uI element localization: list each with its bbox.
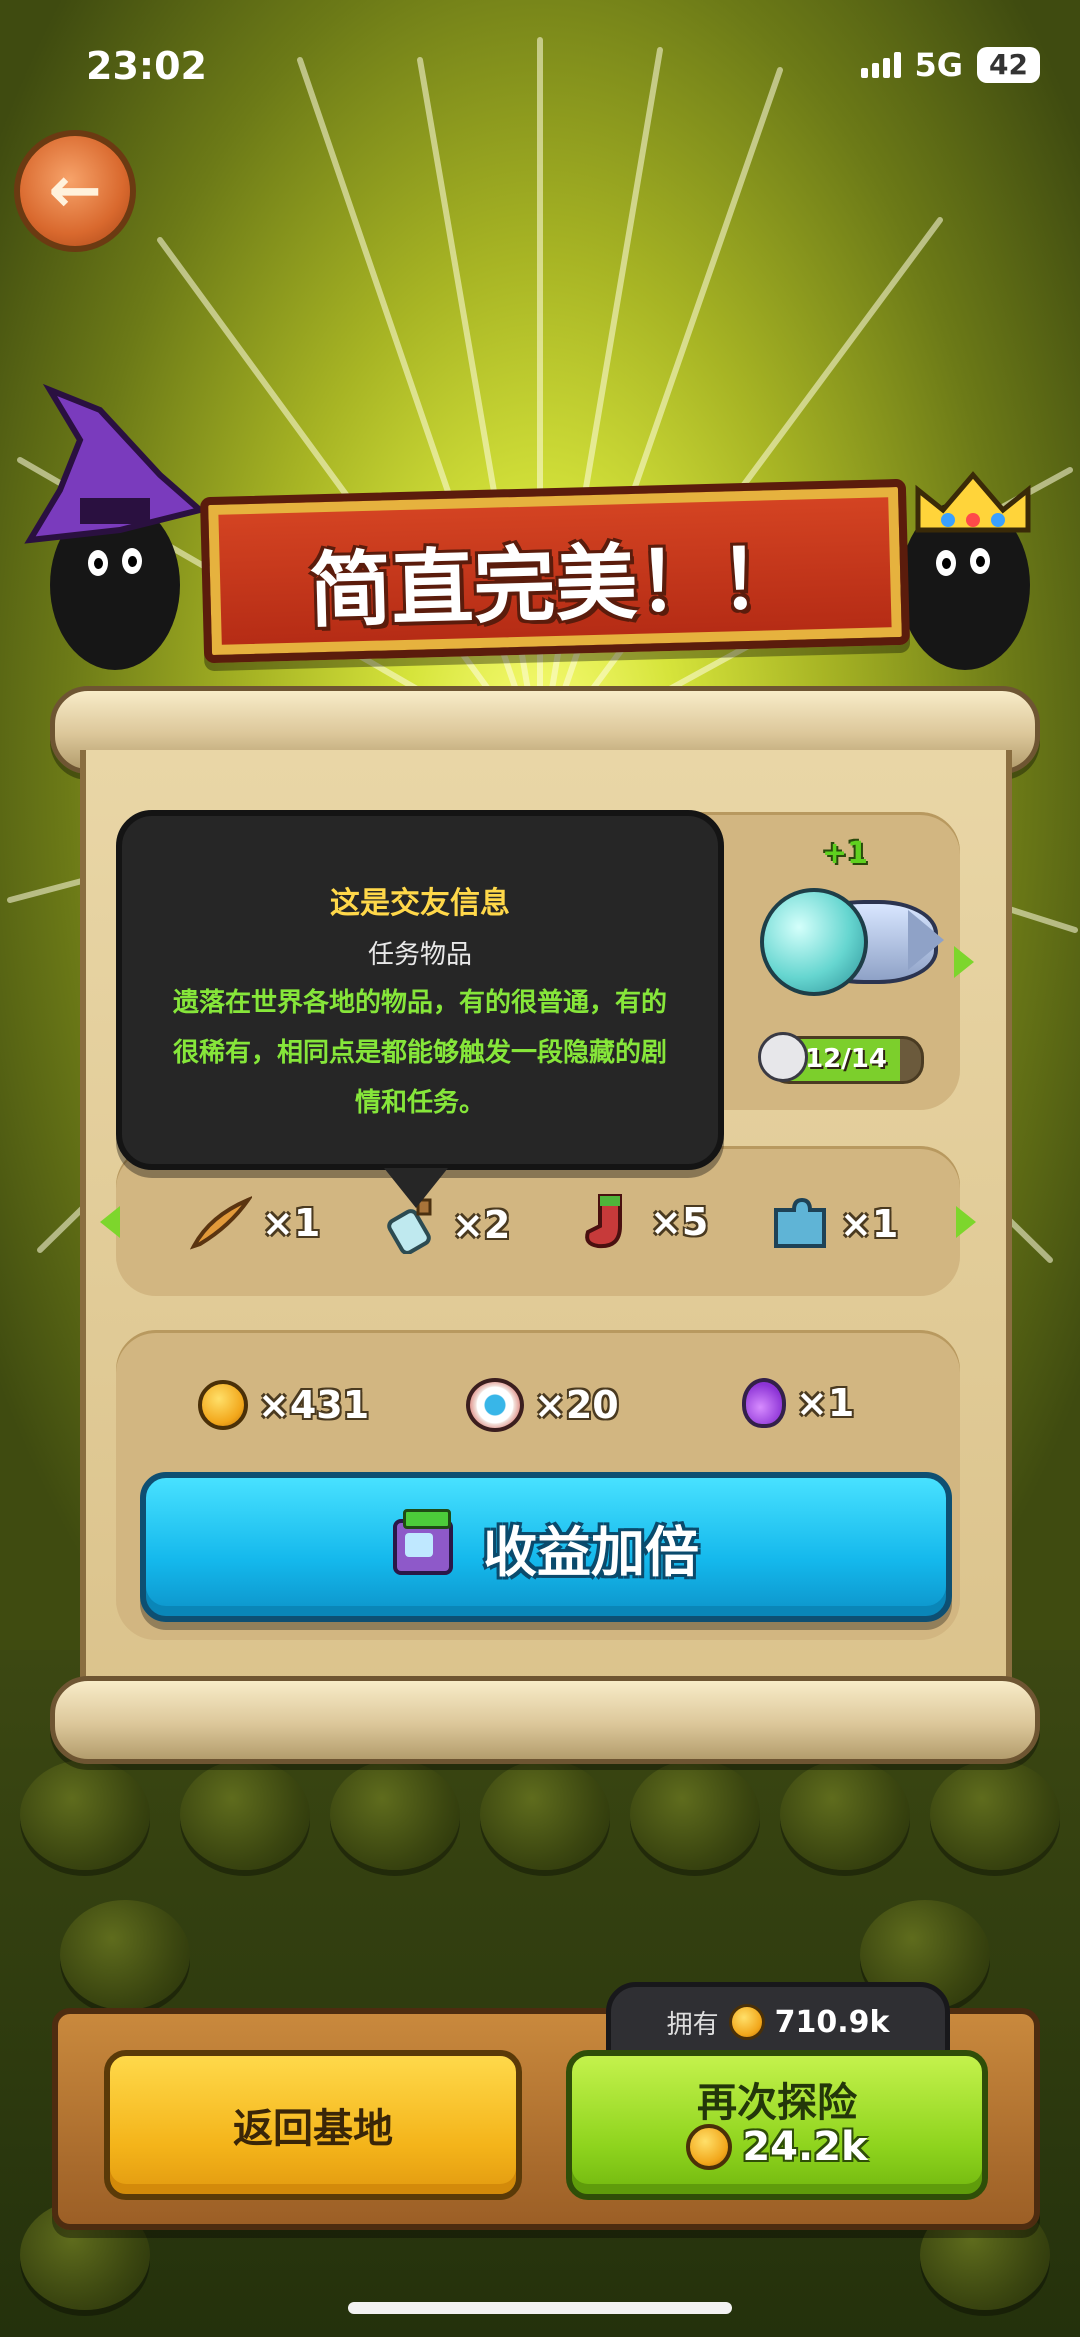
back-button[interactable]: ← xyxy=(14,130,136,252)
potion-icon xyxy=(742,1378,786,1428)
sock-icon xyxy=(585,1194,622,1249)
explore-again-cost-value: 24.2k xyxy=(742,2124,868,2170)
bush xyxy=(60,1900,190,2010)
loot-coins: ×431 xyxy=(198,1380,369,1430)
item-count: ×1 xyxy=(840,1202,899,1246)
item-prev-arrow-icon[interactable] xyxy=(100,1206,120,1238)
loot-eyeballs: ×20 xyxy=(466,1378,619,1432)
network-type: 5G xyxy=(914,46,964,84)
tooltip-subtitle: 任务物品 xyxy=(367,940,472,970)
item-sock[interactable]: ×5 xyxy=(580,1192,708,1252)
status-time: 23:02 xyxy=(86,44,207,88)
explore-again-button[interactable]: 再次探险 24.2k xyxy=(566,2050,988,2200)
tooltip-title: 这是交友信息 xyxy=(330,886,510,921)
eyeball-icon xyxy=(466,1378,524,1432)
pet-bonus: +1 xyxy=(822,836,869,871)
return-base-button[interactable]: 返回基地 xyxy=(104,2050,522,2200)
item-count: ×5 xyxy=(650,1200,709,1244)
double-reward-button[interactable]: 收益加倍 xyxy=(140,1472,952,1622)
item-count: ×2 xyxy=(452,1203,511,1247)
scroll-bottom-rod xyxy=(50,1676,1040,1764)
fish-tail xyxy=(908,910,944,970)
bush xyxy=(930,1760,1060,1870)
bush xyxy=(180,1760,310,1870)
loot-count: ×431 xyxy=(258,1383,370,1427)
bush xyxy=(20,1760,150,1870)
crown-icon xyxy=(915,471,1031,533)
item-feather[interactable]: ×1 xyxy=(190,1196,320,1250)
bush xyxy=(780,1760,910,1870)
bush xyxy=(480,1760,610,1870)
loot-count: ×1 xyxy=(796,1381,855,1425)
explore-again-cost: 24.2k xyxy=(572,2124,982,2170)
feather-icon xyxy=(190,1196,252,1250)
result-banner: 简直完美！！ xyxy=(199,478,911,664)
item-next-arrow-icon[interactable] xyxy=(956,1206,976,1238)
banner-title: 简直完美！！ xyxy=(308,531,803,640)
tv-icon xyxy=(393,1509,453,1575)
next-pet-arrow-icon[interactable] xyxy=(954,946,974,978)
fish-bubble xyxy=(760,888,868,996)
puzzle-icon xyxy=(774,1197,826,1248)
signal-icon xyxy=(860,52,901,78)
skull-icon xyxy=(758,1032,808,1082)
item-tooltip: 这是交友信息 任务物品 遗落在世界各地的物品，有的很普通，有的很稀有，相同点是都… xyxy=(116,810,724,1208)
battery-indicator: 42 xyxy=(977,47,1040,83)
bush xyxy=(630,1760,760,1870)
item-puzzle[interactable]: ×1 xyxy=(770,1196,898,1252)
item-count: ×1 xyxy=(262,1201,321,1245)
explore-again-label: 再次探险 xyxy=(697,2080,857,2126)
wizard-hat-icon xyxy=(24,383,207,544)
coin-icon xyxy=(198,1380,248,1430)
owned-label: 拥有 xyxy=(666,2009,719,2040)
owned-value: 710.9k xyxy=(774,2004,890,2040)
back-arrow-icon: ← xyxy=(48,154,102,228)
double-reward-label: 收益加倍 xyxy=(483,1520,699,1584)
status-indicators: 5G 42 xyxy=(860,46,1040,84)
coin-icon xyxy=(686,2124,733,2170)
return-base-label: 返回基地 xyxy=(233,2106,393,2152)
coin-icon xyxy=(728,2004,765,2040)
loot-count: ×20 xyxy=(534,1383,619,1427)
tooltip-description: 遗落在世界各地的物品，有的很普通，有的很稀有，相同点是都能够触发一段隐藏的剧情和… xyxy=(172,988,667,1118)
home-indicator[interactable] xyxy=(348,2302,732,2314)
bush xyxy=(330,1760,460,1870)
loot-potion: ×1 xyxy=(742,1378,854,1428)
